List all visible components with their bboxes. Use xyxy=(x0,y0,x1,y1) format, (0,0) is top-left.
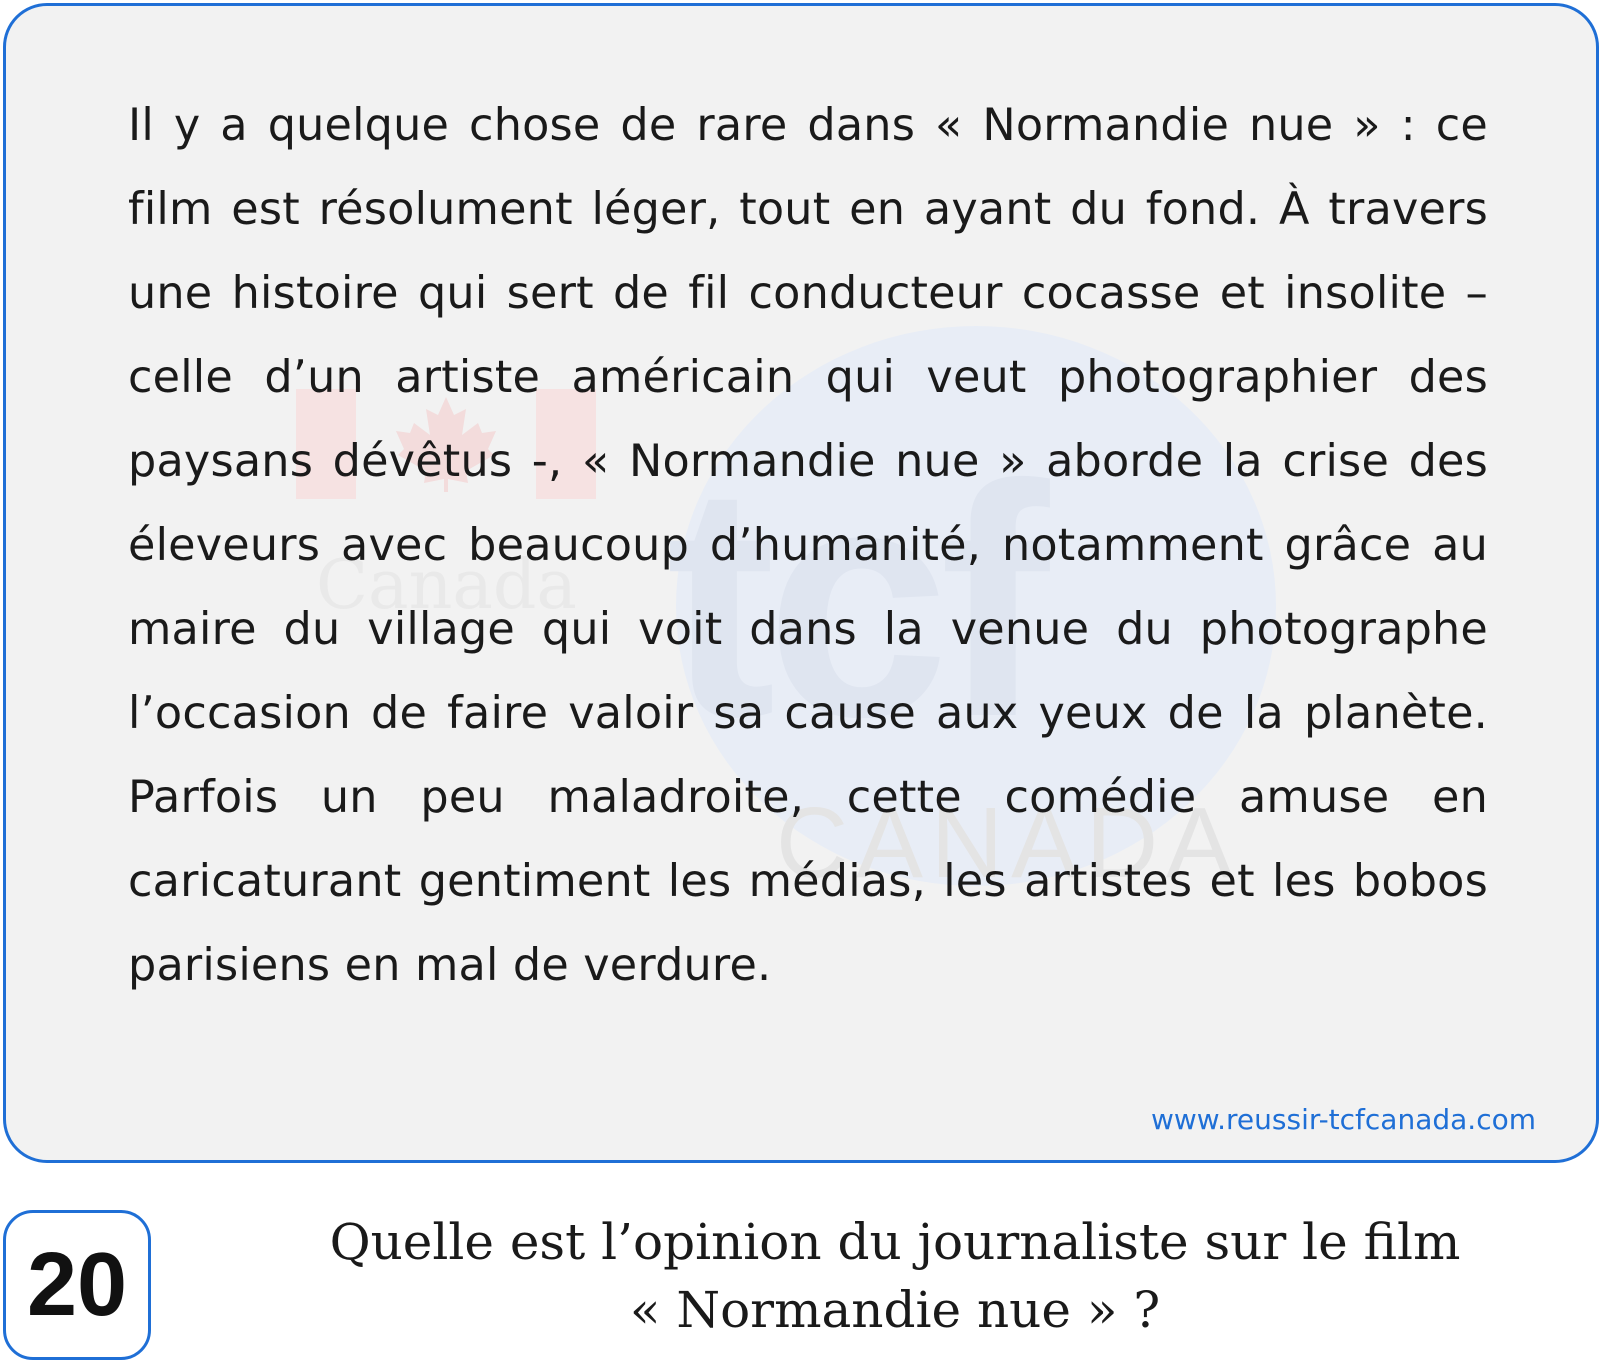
text-card: Canada tcf CANADA Il y a quelque chose d… xyxy=(3,3,1599,1163)
website-url: www.reussir-tcfcanada.com xyxy=(1151,1103,1536,1136)
question-number: 20 xyxy=(26,1234,128,1335)
question-line-1: Quelle est l’opinion du journaliste sur … xyxy=(329,1213,1461,1271)
question-text: Quelle est l’opinion du journaliste sur … xyxy=(200,1208,1590,1344)
question-line-2: « Normandie nue » ? xyxy=(629,1281,1161,1339)
passage-text: Il y a quelque chose de rare dans « Norm… xyxy=(128,100,1488,991)
question-number-badge: 20 xyxy=(3,1210,151,1360)
